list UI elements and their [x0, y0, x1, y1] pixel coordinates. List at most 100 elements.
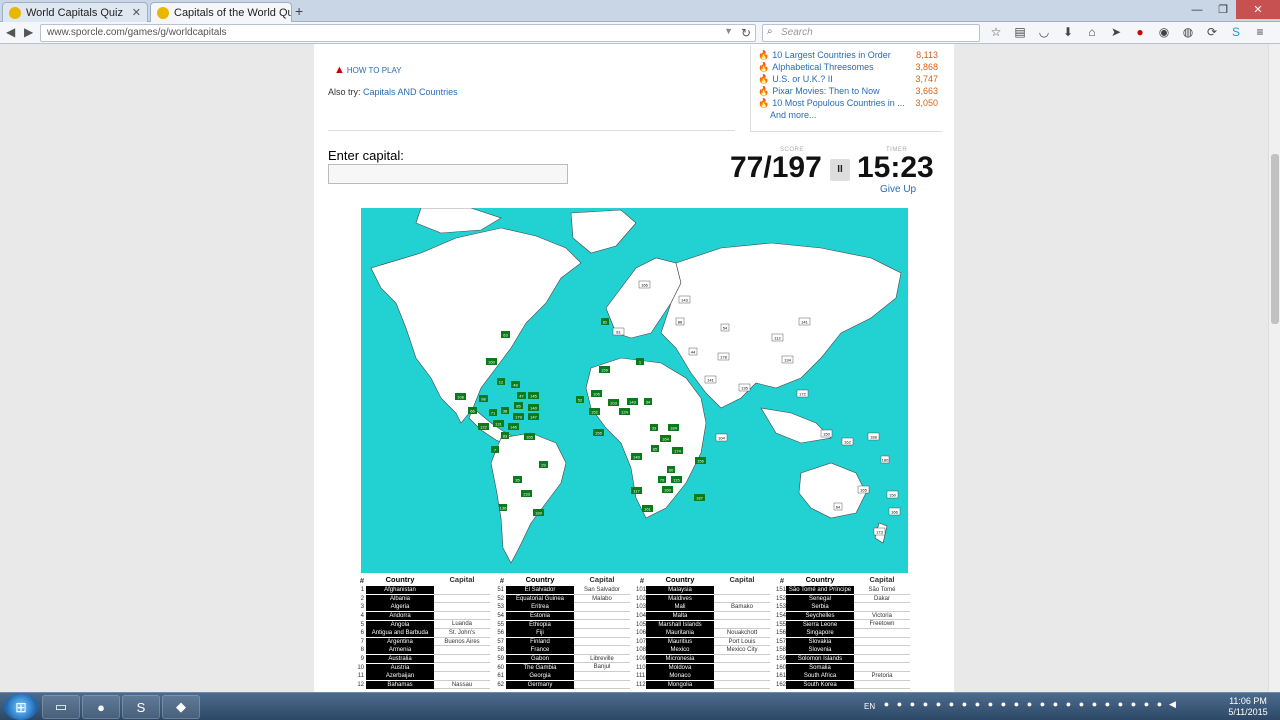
tray-icon[interactable]: ●	[934, 699, 943, 710]
country-cell: Australia	[366, 655, 434, 664]
country-cell: Gabon	[506, 655, 574, 664]
tray-icon[interactable]: ●	[1051, 699, 1060, 710]
capital-cell	[434, 595, 490, 604]
table-row: 162 South Korea	[776, 680, 910, 690]
tray-icon[interactable]: ●	[947, 699, 956, 710]
tray-icon[interactable]: ●	[1116, 699, 1125, 710]
tray-icon[interactable]: ●	[1077, 699, 1086, 710]
clock[interactable]: 11:06 PM 5/11/2015	[1226, 696, 1270, 718]
download-icon[interactable]: ⬇	[1060, 25, 1076, 39]
tray-icon[interactable]: ●	[1012, 699, 1021, 710]
back-arrow-icon[interactable]: ◀	[6, 25, 15, 39]
how-to-play-link[interactable]: ▲ HOW TO PLAY	[334, 64, 402, 76]
country-cell: The Gambia	[506, 663, 574, 672]
maximize-icon[interactable]: ❐	[1210, 0, 1236, 19]
volume-icon[interactable]: ◀	[1168, 699, 1177, 710]
tray-icon[interactable]: ●	[1025, 699, 1034, 710]
file-explorer-icon[interactable]: ▭	[42, 695, 80, 719]
table-row: 6 Antigua and Barbuda St. John's	[356, 629, 490, 638]
marker-label: 150	[889, 493, 896, 498]
menu-icon[interactable]: ≡	[1252, 25, 1268, 39]
reader-icon[interactable]: ◉	[1156, 25, 1172, 39]
country-cell: Malaysia	[646, 586, 714, 595]
tray-icon[interactable]: ●	[1129, 699, 1138, 710]
country-cell: Malta	[646, 612, 714, 621]
home-icon[interactable]: ⌂	[1084, 25, 1100, 39]
capitals-and-countries-link[interactable]: Capitals AND Countries	[363, 87, 458, 97]
url-bar[interactable]: www.sporcle.com/games/g/worldcapitals ▼ …	[40, 24, 756, 42]
marker-label: 35	[515, 478, 520, 483]
app-icon[interactable]: ◆	[162, 695, 200, 719]
header-country: Country	[525, 576, 555, 584]
table-row: 105 Marshall Islands	[636, 620, 770, 629]
chat-icon[interactable]: ◍	[1180, 25, 1196, 39]
search-input[interactable]: ⌕ Search	[762, 24, 980, 42]
tray-icon[interactable]: ●	[1155, 699, 1164, 710]
close-icon[interactable]: ✕	[126, 6, 141, 19]
tray-icon[interactable]: ●	[1038, 699, 1047, 710]
new-tab-button[interactable]: +	[295, 3, 303, 19]
country-cell: France	[506, 646, 574, 655]
forward-arrow-icon[interactable]: ▶	[24, 25, 33, 39]
send-icon[interactable]: ➤	[1108, 25, 1124, 39]
chevron-down-icon[interactable]: ▼	[724, 26, 733, 36]
clipboard-icon[interactable]: ▤	[1012, 25, 1028, 39]
url-text: www.sporcle.com/games/g/worldcapitals	[47, 27, 227, 38]
row-number: 59	[497, 656, 504, 663]
star-icon[interactable]: ☆	[988, 25, 1004, 39]
skype-icon[interactable]: S	[1228, 25, 1244, 39]
popular-quiz-item[interactable]: 🔥 U.S. or U.K.? II 3,747	[758, 74, 938, 85]
capital-cell: Buenos Aires	[434, 638, 490, 647]
tray-icon[interactable]: ●	[960, 699, 969, 710]
capital-answer-input[interactable]	[328, 164, 568, 184]
close-window-icon[interactable]: ✕	[1236, 0, 1280, 19]
tray-icon[interactable]: ●	[986, 699, 995, 710]
country-cell: Angola	[366, 620, 434, 629]
tab-capitals-of-the-world-quiz[interactable]: Capitals of the World Quiz ✕	[150, 2, 292, 22]
header-num: #	[359, 576, 364, 585]
tray-icon[interactable]: ●	[908, 699, 917, 710]
reload-icon[interactable]: ↻	[741, 26, 751, 40]
tab-world-capitals-quiz[interactable]: World Capitals Quiz ✕	[2, 2, 148, 22]
and-more-link[interactable]: And more...	[770, 110, 817, 120]
row-number: 2	[360, 595, 364, 602]
marker-label: 85	[516, 404, 521, 409]
table-row: 158 Slovenia	[776, 646, 910, 655]
world-map[interactable]: 63 160 108 12 48 47 145 98 85 140 38 66 …	[361, 208, 908, 573]
marker-label: 164	[662, 437, 669, 442]
marker-label: 64	[836, 505, 841, 510]
table-row: 159 Solomon Islands	[776, 655, 910, 664]
row-number: 10	[357, 664, 364, 671]
tray-icon[interactable]: ●	[1090, 699, 1099, 710]
tray-icon[interactable]: ●	[1142, 699, 1151, 710]
scrollbar-thumb[interactable]	[1271, 154, 1279, 324]
minimize-icon[interactable]: —	[1184, 0, 1210, 19]
tray-icon[interactable]: ●	[921, 699, 930, 710]
skype-icon[interactable]: S	[122, 695, 160, 719]
marker-label: 165	[860, 488, 867, 493]
tray-icon[interactable]: ●	[882, 699, 891, 710]
sync-icon[interactable]: ⟳	[1204, 25, 1220, 39]
table-row: 103 Mali Bamako	[636, 603, 770, 612]
popular-quiz-item[interactable]: 🔥 10 Largest Countries in Order 8,113	[758, 50, 938, 61]
tray-icon[interactable]: ●	[895, 699, 904, 710]
tray-icon[interactable]: ●	[1064, 699, 1073, 710]
give-up-link[interactable]: Give Up	[880, 184, 916, 195]
tray-icon[interactable]: ●	[1103, 699, 1112, 710]
tray-icon[interactable]: ●	[973, 699, 982, 710]
row-number: 152	[776, 595, 787, 602]
language-indicator[interactable]: EN	[864, 702, 875, 711]
popular-quiz-item[interactable]: 🔥 10 Most Populous Countries in ... 3,050	[758, 98, 938, 109]
popular-quiz-item[interactable]: 🔥 Alphabetical Threesomes 3,868	[758, 62, 938, 73]
firefox-icon[interactable]: ●	[82, 695, 120, 719]
pocket-icon[interactable]: ◡	[1036, 25, 1052, 39]
vertical-scrollbar[interactable]	[1268, 44, 1280, 692]
start-button[interactable]: ⊞	[4, 694, 38, 720]
tray-icon[interactable]: ●	[999, 699, 1008, 710]
row-number: 156	[776, 630, 787, 637]
pause-button[interactable]: II	[830, 159, 850, 181]
adblock-icon[interactable]: ●	[1132, 25, 1148, 39]
tab-title: World Capitals Quiz	[26, 6, 123, 19]
popular-quiz-item[interactable]: 🔥 Pixar Movies: Then to Now 3,663	[758, 86, 938, 97]
marker-label: 147	[530, 415, 537, 420]
